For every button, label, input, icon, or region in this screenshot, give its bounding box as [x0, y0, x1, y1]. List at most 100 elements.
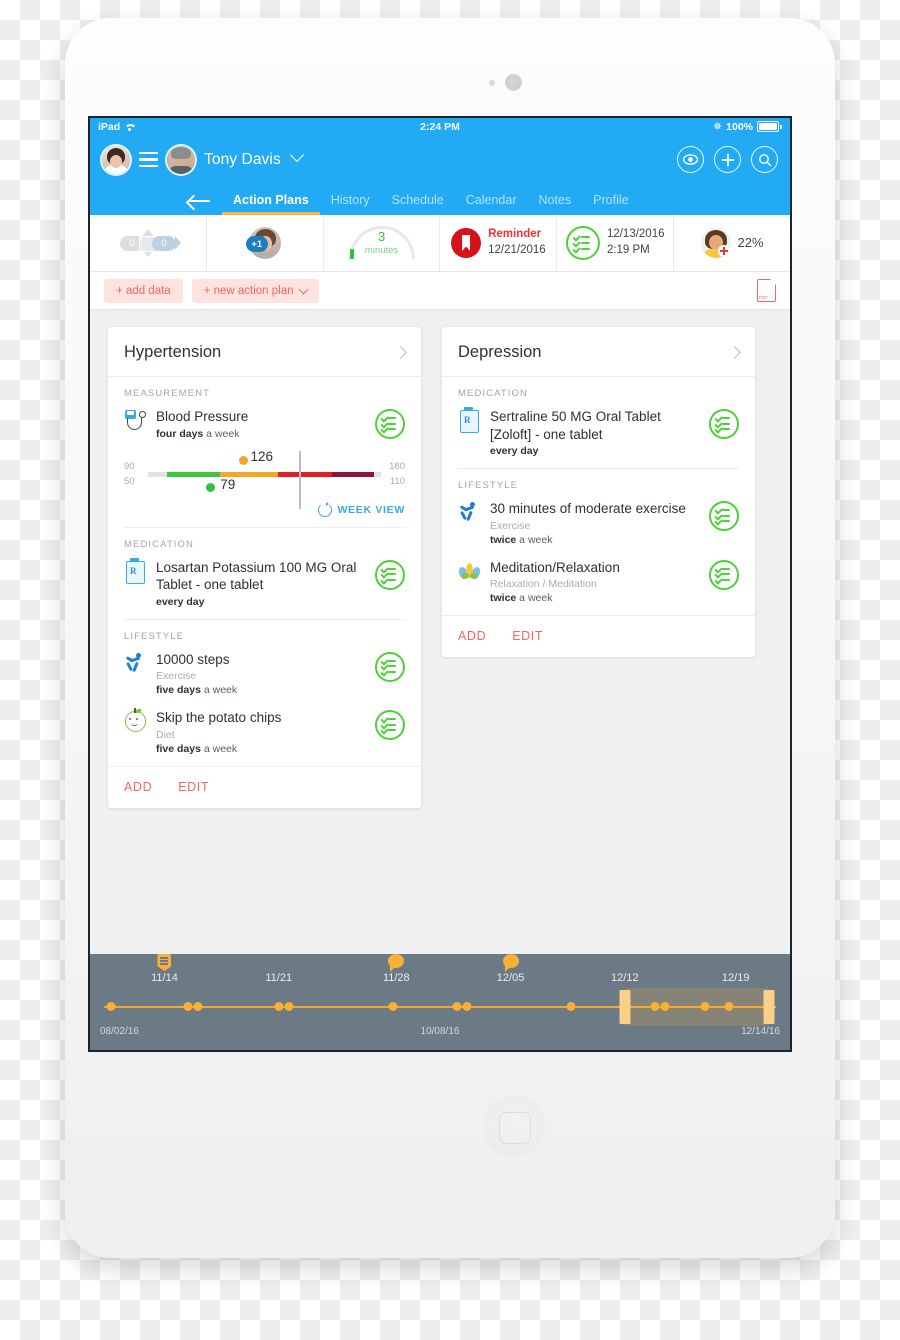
section-label: MEASUREMENT: [124, 388, 210, 399]
item-frequency-bold: twice: [490, 533, 517, 546]
stat-last-update[interactable]: 12/13/2016 2:19 PM: [557, 215, 675, 271]
checklist-green-icon[interactable]: [709, 409, 739, 439]
systolic-max-label: 180: [389, 461, 405, 473]
item-category: Relaxation / Meditation: [490, 578, 597, 591]
chevron-right-icon[interactable]: [728, 346, 741, 359]
week-view-button[interactable]: WEEK VIEW: [108, 501, 421, 527]
add-data-button[interactable]: + add data: [104, 278, 183, 303]
item-title: 30 minutes of moderate exercise: [490, 501, 686, 517]
tab-notes[interactable]: Notes: [527, 193, 582, 215]
patient-avatar[interactable]: [167, 145, 195, 174]
ambient-sensor: [489, 80, 495, 86]
edit-button[interactable]: EDIT: [512, 629, 543, 643]
add-button[interactable]: ADD: [458, 629, 486, 643]
stat-messages[interactable]: 0 0: [90, 215, 207, 271]
tab-action-plans[interactable]: Action Plans: [222, 193, 320, 215]
action-toolbar: + add data + new action plan: [90, 272, 790, 310]
timeline-track[interactable]: [90, 988, 790, 1026]
item-frequency: twice a week: [490, 592, 699, 604]
hamburger-menu-icon[interactable]: [139, 152, 158, 167]
checklist-green-icon[interactable]: [709, 501, 739, 532]
diastolic-value: 79: [220, 477, 236, 493]
clinician-avatar[interactable]: [102, 145, 130, 174]
timeline-end-label: 12/14/16: [741, 1026, 780, 1037]
timeline-event-point[interactable]: [183, 1002, 193, 1011]
pdf-export-icon[interactable]: [757, 279, 776, 302]
item-title: Losartan Potassium 100 MG Oral Tablet - …: [156, 559, 357, 593]
list-item[interactable]: Skip the potato chips Diet five days a w…: [124, 707, 405, 766]
list-item[interactable]: 30 minutes of moderate exercise Exercise…: [458, 498, 739, 557]
timeline-event-point[interactable]: [106, 1002, 116, 1011]
diastolic-marker: [206, 483, 216, 493]
chat-bubble-icon[interactable]: [502, 954, 519, 972]
list-item[interactable]: Blood Pressure four days a week: [124, 406, 405, 451]
plus-icon[interactable]: [714, 146, 741, 173]
history-timeline[interactable]: 11/14 11/21 11/28 12/05 12/12 12/19 08/02/16 …: [90, 954, 790, 1050]
item-frequency-bold: four days: [156, 427, 204, 440]
doctor-avatar: [700, 228, 731, 258]
item-frequency: twice a week: [490, 534, 699, 546]
home-button[interactable]: [483, 1096, 545, 1158]
checklist-green-icon[interactable]: [375, 651, 405, 682]
back-arrow-icon[interactable]: [188, 195, 210, 207]
bookmark-icon: [451, 228, 482, 258]
timeline-range-handle-end[interactable]: [763, 990, 775, 1024]
gauge-unit: minutes: [364, 245, 399, 256]
stat-reminder[interactable]: Reminder 12/21/2016: [440, 215, 558, 271]
timeline-event-point[interactable]: [193, 1002, 203, 1011]
chat-bubble-icon[interactable]: [388, 954, 405, 972]
item-frequency: every day: [156, 596, 365, 608]
list-item[interactable]: 10000 steps Exercise five days a week: [124, 649, 405, 708]
item-frequency-bold: every day: [490, 445, 539, 458]
checklist-green-icon[interactable]: [375, 559, 405, 590]
tab-calendar[interactable]: Calendar: [455, 193, 528, 215]
stat-care-team[interactable]: +1: [207, 215, 324, 271]
new-action-plan-button[interactable]: + new action plan: [191, 278, 319, 303]
add-button[interactable]: ADD: [124, 780, 152, 794]
timeline-event-point[interactable]: [274, 1002, 284, 1011]
list-item[interactable]: Meditation/Relaxation Relaxation / Medit…: [456, 557, 739, 616]
card-footer: ADD EDIT: [442, 615, 755, 657]
card-header[interactable]: Hypertension: [108, 327, 421, 377]
checklist-green-icon[interactable]: [375, 710, 405, 741]
edit-button[interactable]: EDIT: [178, 780, 209, 794]
stat-adherence[interactable]: 22%: [674, 215, 790, 271]
systolic-value: 126: [250, 449, 274, 465]
item-title: Sertraline 50 MG Oral Tablet [Zoloft] - …: [490, 409, 661, 442]
note-icon[interactable]: [157, 954, 172, 971]
timeline-event-point[interactable]: [566, 1002, 576, 1011]
patient-name-selector[interactable]: Tony Davis: [204, 147, 305, 169]
action-plan-card-hypertension: Hypertension MEASUREMENT Blood Pressure …: [108, 327, 421, 808]
timeline-range-handle-start[interactable]: [619, 990, 631, 1024]
card-title: Depression: [458, 343, 542, 361]
chevron-right-icon[interactable]: [394, 346, 407, 359]
tab-profile[interactable]: Profile: [582, 193, 639, 215]
tab-schedule[interactable]: Schedule: [381, 193, 455, 215]
action-plan-cards: Hypertension MEASUREMENT Blood Pressure …: [90, 310, 790, 900]
list-item[interactable]: Sertraline 50 MG Oral Tablet [Zoloft] - …: [458, 406, 739, 468]
checklist-green-icon[interactable]: [375, 409, 405, 439]
timeline-date-label: 12/05: [496, 972, 525, 984]
eye-icon[interactable]: [677, 146, 704, 173]
timeline-event-point[interactable]: [284, 1002, 294, 1011]
timeline-event-point[interactable]: [650, 1002, 660, 1011]
timeline-event-point[interactable]: [660, 1002, 670, 1011]
search-icon[interactable]: [751, 146, 778, 173]
timeline-event-point[interactable]: [388, 1002, 398, 1011]
front-camera: [505, 74, 522, 91]
timeline-event-point[interactable]: [724, 1002, 734, 1011]
timeline-event-point[interactable]: [462, 1002, 472, 1011]
new-action-plan-label: + new action plan: [203, 284, 294, 297]
tab-history[interactable]: History: [320, 193, 381, 215]
checklist-green-icon[interactable]: [709, 559, 739, 590]
section-medication: MEDICATION Losartan Potassium 100 MG Ora…: [108, 528, 421, 619]
chevron-down-icon: [298, 284, 308, 294]
stat-time-gauge[interactable]: 3 minutes: [324, 212, 441, 306]
section-label: MEDICATION: [458, 388, 528, 399]
list-item[interactable]: Losartan Potassium 100 MG Oral Tablet - …: [124, 557, 405, 619]
card-header[interactable]: Depression: [442, 327, 755, 377]
timeline-event-point[interactable]: [700, 1002, 710, 1011]
timeline-selection-range[interactable]: [624, 988, 770, 1026]
timeline-event-point[interactable]: [452, 1002, 462, 1011]
section-medication: MEDICATION Sertraline 50 MG Oral Tablet …: [442, 377, 755, 468]
